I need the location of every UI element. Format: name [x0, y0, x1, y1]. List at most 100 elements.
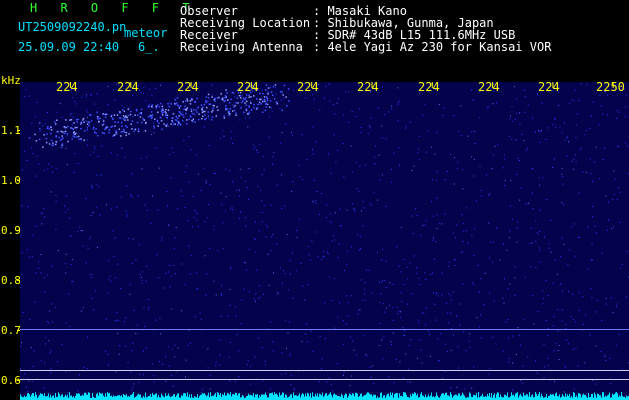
noise-dot — [47, 112, 48, 113]
signal-dot — [122, 109, 124, 111]
y-tick-label: 0.9 — [1, 224, 21, 237]
noise-dot — [131, 173, 133, 175]
signal-dot — [189, 100, 192, 102]
baseline-bar — [531, 395, 532, 400]
noise-dot — [346, 250, 348, 252]
noise-dot — [461, 135, 463, 137]
noise-dot — [442, 378, 444, 380]
noise-dot — [283, 97, 285, 99]
baseline-bar — [80, 395, 81, 400]
signal-dot — [205, 96, 208, 98]
noise-dot — [129, 107, 130, 109]
noise-dot — [247, 198, 249, 200]
noise-dot — [547, 328, 549, 330]
noise-dot — [133, 310, 135, 311]
x-tick-label: 224 — [297, 80, 319, 94]
noise-dot — [69, 235, 70, 237]
noise-dot — [397, 120, 399, 122]
signal-dot — [50, 126, 52, 129]
baseline-bar — [136, 396, 137, 400]
baseline-bar — [352, 393, 353, 400]
noise-dot — [55, 194, 57, 196]
noise-dot — [351, 203, 353, 204]
signal-dot — [115, 130, 118, 132]
noise-dot — [312, 350, 314, 352]
noise-dot — [115, 371, 117, 373]
baseline-bar — [50, 394, 51, 400]
baseline-bar — [165, 393, 166, 400]
signal-dot — [167, 109, 170, 111]
noise-dot — [323, 256, 325, 258]
noise-dot — [473, 366, 475, 368]
signal-dot — [186, 100, 189, 102]
baseline-bar — [585, 394, 586, 400]
signal-dot — [154, 118, 156, 120]
baseline-bar — [210, 392, 211, 400]
signal-dot — [172, 113, 175, 115]
noise-dot — [564, 122, 565, 124]
signal-dot — [229, 108, 232, 110]
noise-dot — [420, 349, 422, 351]
signal-dot — [124, 118, 126, 120]
noise-dot — [165, 380, 167, 382]
noise-dot — [439, 222, 441, 224]
baseline-bar — [304, 396, 305, 400]
baseline-bar — [226, 395, 227, 400]
noise-dot — [76, 103, 77, 105]
baseline-bar — [462, 392, 463, 400]
baseline-bar — [166, 395, 167, 400]
noise-dot — [545, 319, 547, 321]
baseline-bar — [421, 392, 422, 400]
noise-dot — [167, 125, 169, 127]
noise-dot — [405, 353, 407, 355]
signal-dot — [134, 114, 136, 116]
signal-dot — [233, 106, 235, 108]
signal-dot — [265, 106, 267, 108]
signal-dot — [80, 138, 82, 141]
noise-dot — [255, 251, 257, 253]
baseline-bar — [232, 394, 233, 400]
noise-dot — [553, 350, 555, 352]
signal-dot — [134, 128, 137, 131]
noise-dot — [91, 187, 93, 189]
noise-dot — [361, 300, 363, 301]
noise-dot — [418, 277, 420, 279]
noise-dot — [582, 296, 584, 298]
signal-dot — [39, 122, 41, 124]
baseline-bar — [62, 394, 63, 400]
noise-dot — [30, 347, 32, 348]
signal-dot — [150, 111, 153, 113]
baseline-bar — [152, 392, 153, 400]
signal-dot — [168, 105, 170, 108]
signal-dot — [95, 128, 97, 130]
noise-dot — [345, 323, 347, 325]
noise-dot — [311, 240, 313, 242]
noise-dot — [415, 208, 416, 210]
noise-dot — [338, 302, 340, 304]
noise-dot — [332, 104, 334, 106]
noise-dot — [289, 353, 291, 355]
noise-dot — [257, 297, 259, 299]
signal-dot — [261, 111, 264, 114]
baseline-bar — [88, 392, 89, 400]
noise-dot — [326, 381, 328, 383]
baseline-bar — [118, 395, 119, 400]
noise-dot — [305, 333, 306, 335]
noise-dot — [398, 265, 400, 267]
noise-dot — [265, 224, 267, 226]
noise-dot — [423, 312, 425, 314]
signal-dot — [83, 121, 85, 123]
signal-dot — [180, 124, 182, 126]
noise-dot — [148, 298, 150, 300]
baseline-bar — [453, 396, 454, 400]
noise-dot — [385, 205, 387, 207]
noise-dot — [436, 228, 438, 229]
noise-dot — [358, 108, 360, 110]
noise-dot — [68, 293, 70, 295]
noise-dot — [363, 335, 365, 337]
signal-dot — [189, 115, 191, 117]
noise-dot — [345, 91, 347, 93]
noise-dot — [199, 312, 201, 314]
noise-dot — [342, 143, 344, 145]
noise-dot — [380, 293, 382, 295]
